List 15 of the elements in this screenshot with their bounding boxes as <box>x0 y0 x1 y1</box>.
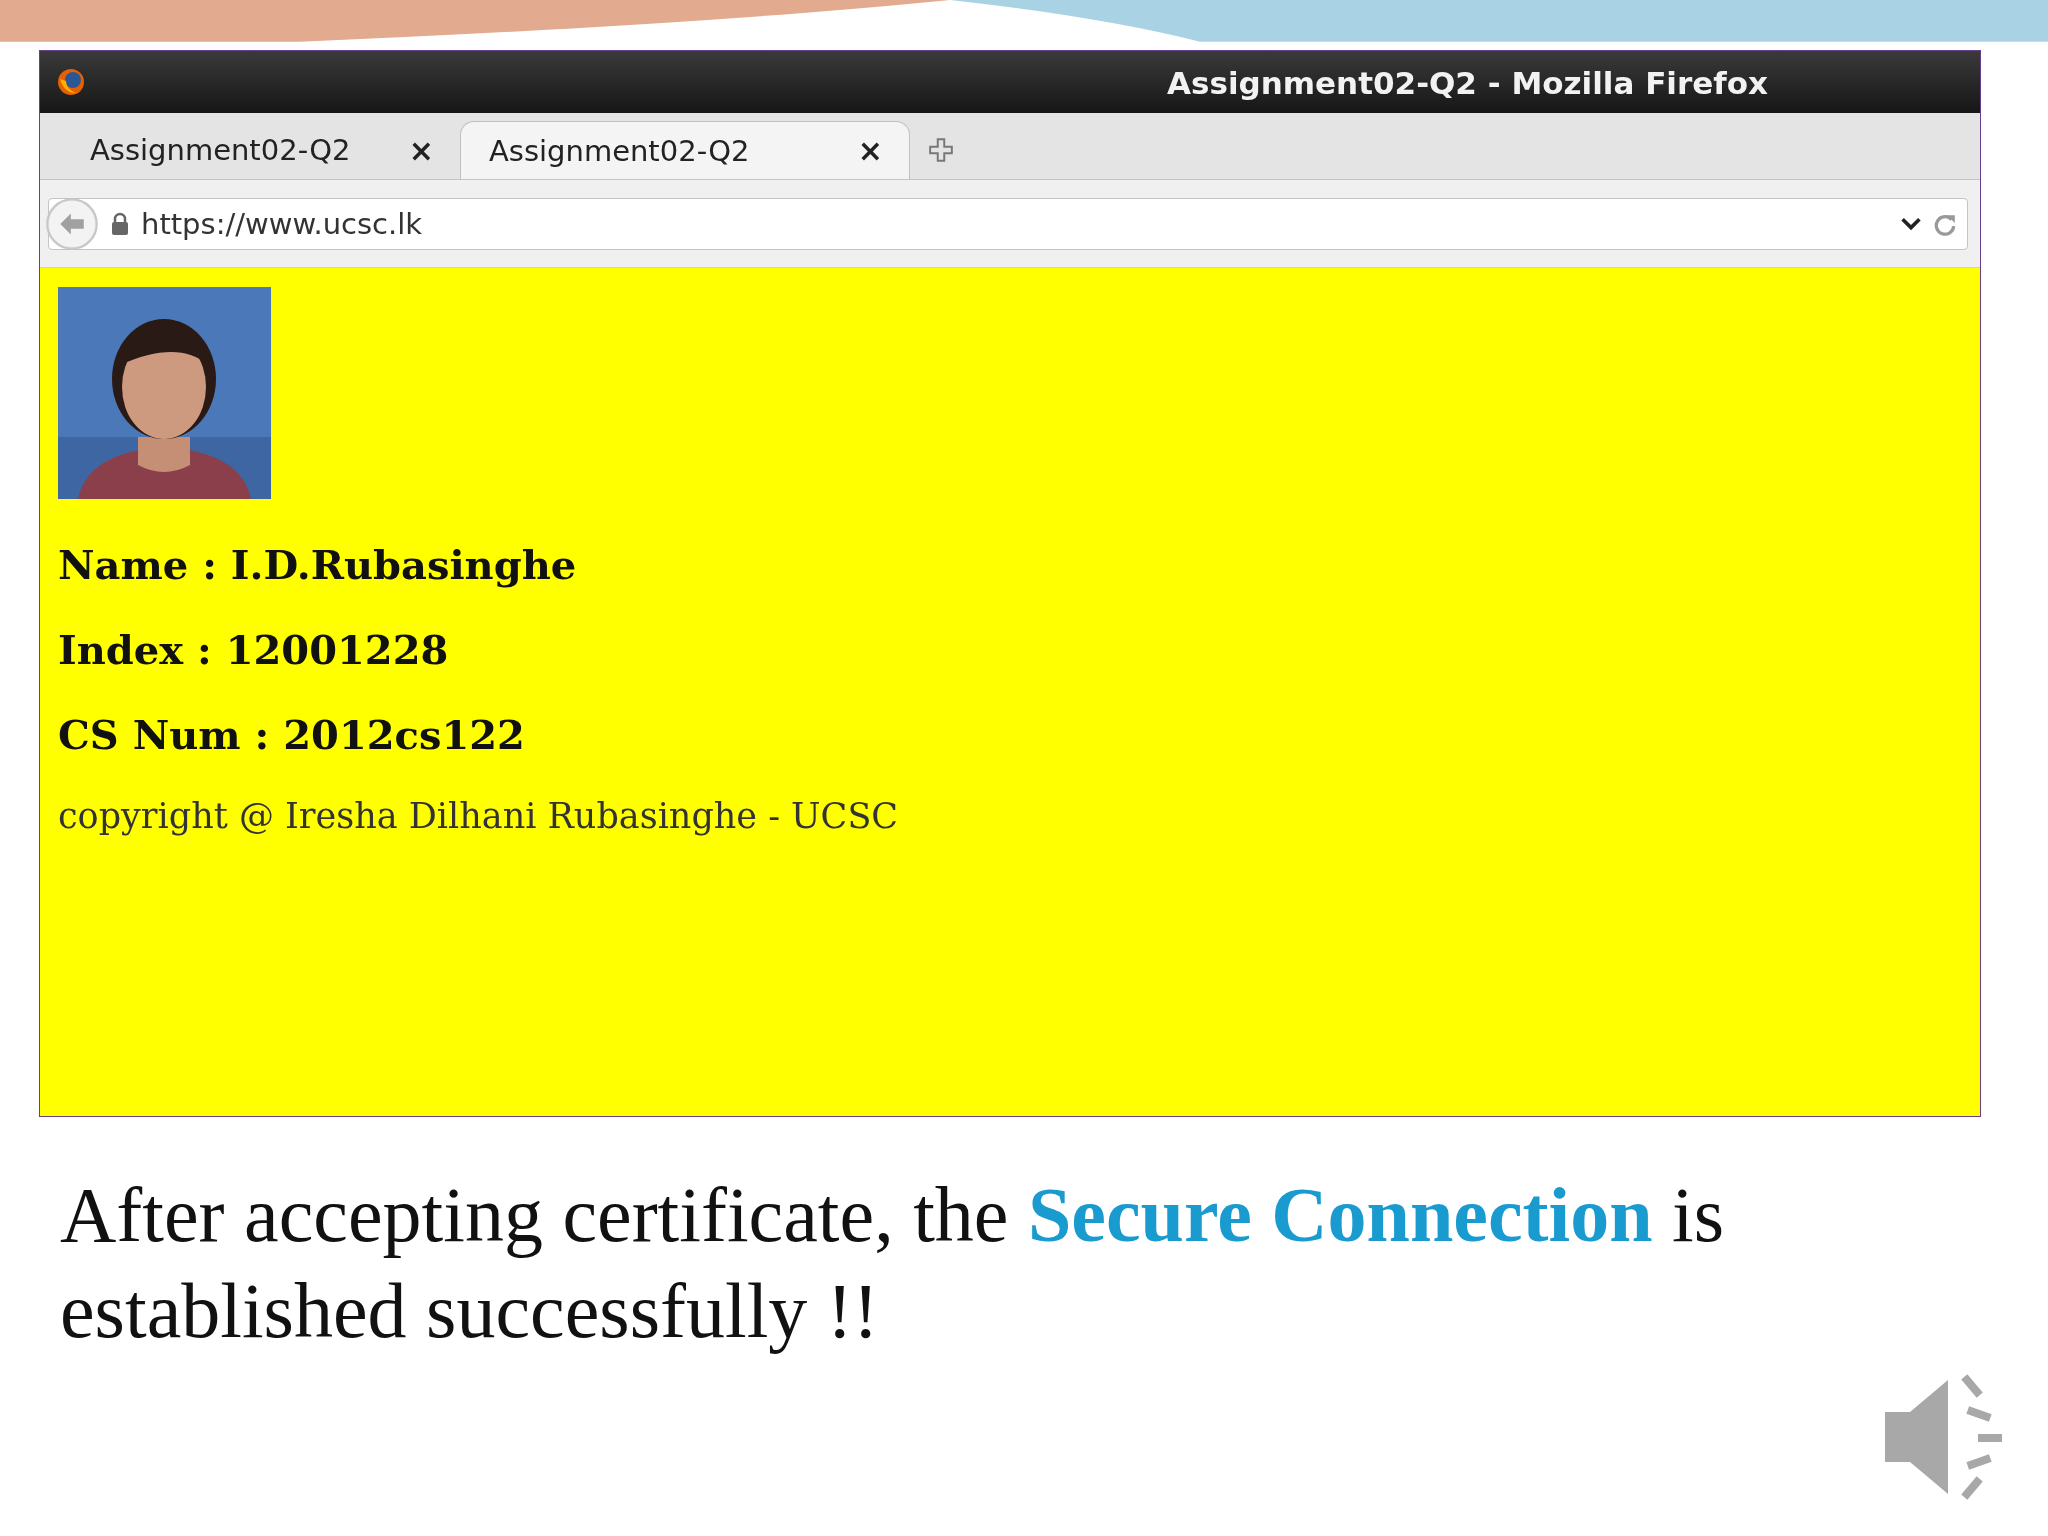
browser-tab[interactable]: Assignment02-Q2 × <box>460 121 910 179</box>
window-title: Assignment02-Q2 - Mozilla Firefox <box>1167 65 1769 101</box>
address-bar[interactable]: https://www.ucsc.lk <box>48 197 1968 250</box>
info-text: CS Num : 2012cs122 <box>58 711 525 758</box>
close-tab-button[interactable]: × <box>402 132 440 168</box>
url-text: https://www.ucsc.lk <box>141 206 423 241</box>
browser-tab[interactable]: Assignment02-Q2 × <box>40 121 460 179</box>
info-text: Index : 12001228 <box>58 626 449 673</box>
new-tab-icon[interactable] <box>928 137 954 163</box>
caption-text: After accepting certificate, the Secure Connection is established successfully !! <box>60 1170 1726 1356</box>
lock-icon <box>109 211 131 236</box>
copyright-text: copyright @ Iresha Dilhani Rubasinghe - UCSC <box>58 796 899 836</box>
browser-logo-icon <box>56 67 86 97</box>
close-tab-button[interactable]: × <box>851 133 889 168</box>
info-text: Name : I.D.Rubasinghe <box>58 541 577 588</box>
